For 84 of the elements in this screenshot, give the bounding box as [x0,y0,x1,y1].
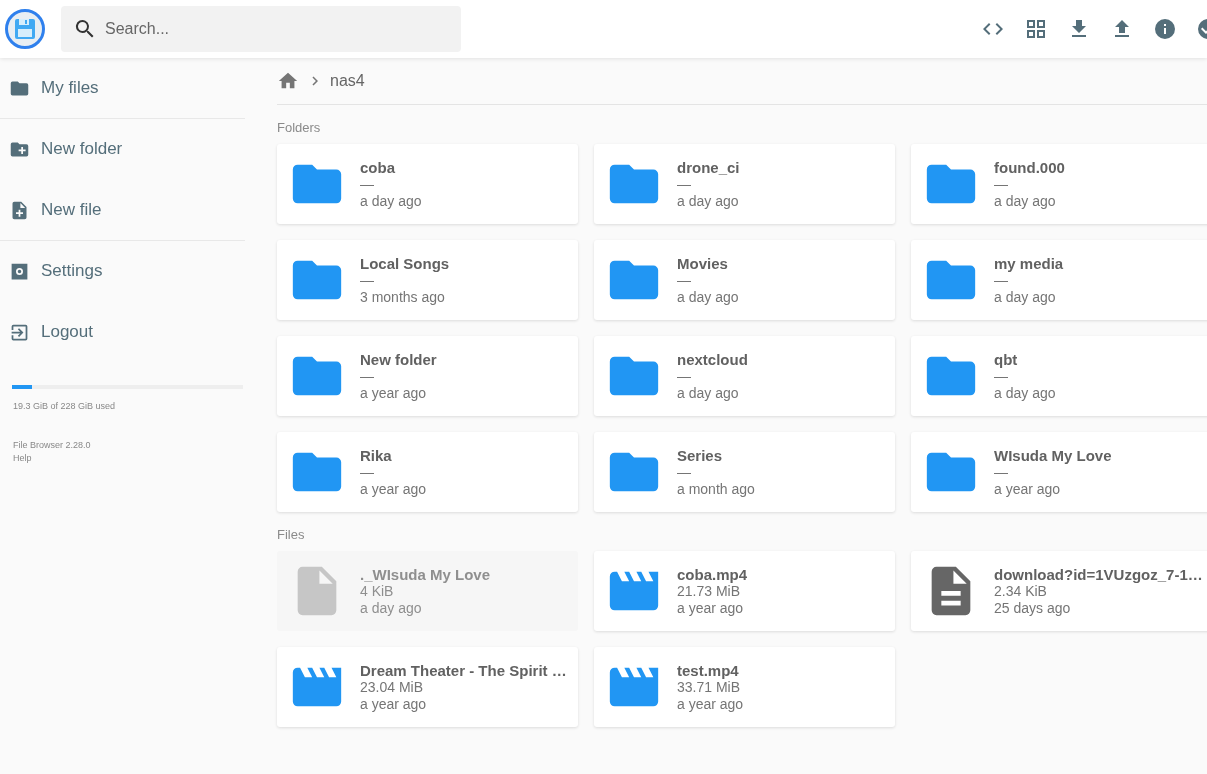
file-card[interactable]: coba.mp4 21.73 MiB a year ago [594,551,895,631]
sidebar-item[interactable]: New folder [0,119,245,180]
modified-time: 3 months ago [360,288,446,306]
folder-card[interactable]: Movies — a day ago [594,240,895,320]
file-size: — [360,463,375,481]
file-name: Rika [360,446,393,464]
file-size: — [994,463,1009,481]
file-name: coba [360,158,396,176]
folder-card[interactable]: Local Songs — 3 months ago [277,240,578,320]
file-name: Series [677,446,724,464]
file-size: 23.04 MiB [360,678,425,696]
modified-time: a day ago [994,192,1057,210]
folder-card[interactable]: Rika — a year ago [277,432,578,512]
modified-time: 25 days ago [994,599,1072,617]
file-name: Movies [677,254,729,272]
help-link[interactable]: Help [13,453,245,463]
file-name: found.000 [994,158,1065,176]
file-card[interactable]: Dream Theater - The Spirit … 23.04 MiB a year ago [277,647,578,727]
sidebar-item[interactable]: My files [0,58,245,119]
grid-view-icon[interactable] [1024,17,1048,41]
file-name: test.mp4 [677,661,740,679]
file-size: — [677,175,692,193]
file-name: Local Songs [360,254,450,272]
file-name: qbt [994,350,1019,368]
file-name: nextcloud [677,350,748,368]
modified-time: a year ago [994,480,1062,498]
modified-time: a day ago [994,288,1057,306]
modified-time: a day ago [677,384,740,402]
folder-card[interactable]: WIsuda My Love — a year ago [911,432,1207,512]
file-name: drone_ci [677,158,740,176]
file-size: — [994,175,1009,193]
folder-card[interactable]: coba — a day ago [277,144,578,224]
modified-time: a month ago [677,480,755,498]
sidebar-item[interactable]: New file [0,180,245,241]
section-heading: Folders [277,120,322,135]
file-size: 21.73 MiB [677,582,741,600]
file-name: download?id=1VUzgoz_7-1… [994,565,1203,583]
file-size: — [994,271,1008,289]
file-size: 2.34 KiB [994,582,1047,600]
modified-time: a year ago [360,384,428,402]
file-name: ._WIsuda My Love [360,565,491,583]
file-size: — [360,367,375,385]
folder-card[interactable]: nextcloud — a day ago [594,336,895,416]
file-name: WIsuda My Love [994,446,1112,464]
sidebar-item[interactable]: Logout [0,302,245,363]
file-plus-icon [9,199,30,221]
modified-time: a day ago [677,192,740,210]
modified-time: a day ago [994,384,1056,402]
folder-card[interactable]: qbt — a day ago [911,336,1207,416]
section-heading: Files [277,527,306,542]
file-name: Dream Theater - The Spirit … [360,661,567,679]
file-size: — [677,367,692,385]
modified-time: a year ago [677,695,744,713]
file-name: my media [994,254,1064,272]
modified-time: a year ago [677,599,745,617]
search-field[interactable]: Search... [61,6,461,52]
sidebar-item[interactable]: Settings [0,241,245,302]
folder-card[interactable]: New folder — a year ago [277,336,578,416]
file-card[interactable]: test.mp4 33.71 MiB a year ago [594,647,895,727]
version-text: File Browser 2.28.0 [13,440,92,450]
modified-time: a day ago [360,599,423,617]
file-size: — [994,367,1008,385]
file-size: — [677,271,692,289]
file-card[interactable]: download?id=1VUzgoz_7-1… 2.34 KiB 25 days ago [911,551,1207,631]
file-size: — [360,175,375,193]
floppy-disk-logo-icon[interactable] [5,9,45,49]
breadcrumb-link[interactable]: nas4 [330,72,365,90]
modified-time: a year ago [360,480,427,498]
folder-card[interactable]: drone_ci — a day ago [594,144,895,224]
file-size: 4 KiB [360,582,395,600]
file-name: coba.mp4 [677,565,748,583]
file-size: — [360,271,375,289]
modified-time: a day ago [677,288,739,306]
folder-card[interactable]: Series — a month ago [594,432,895,512]
file-card[interactable]: ._WIsuda My Love 4 KiB a day ago [277,551,578,631]
file-size: — [677,463,692,481]
folder-card[interactable]: found.000 — a day ago [911,144,1207,224]
modified-time: a year ago [360,695,428,713]
file-size: 33.71 MiB [677,678,742,696]
storage-usage-text: 19.3 GiB of 228 GiB used [13,401,117,411]
folder-card[interactable]: my media — a day ago [911,240,1207,320]
file-name: New folder [360,350,437,368]
info-icon[interactable] [1153,17,1177,41]
modified-time: a day ago [360,192,422,210]
